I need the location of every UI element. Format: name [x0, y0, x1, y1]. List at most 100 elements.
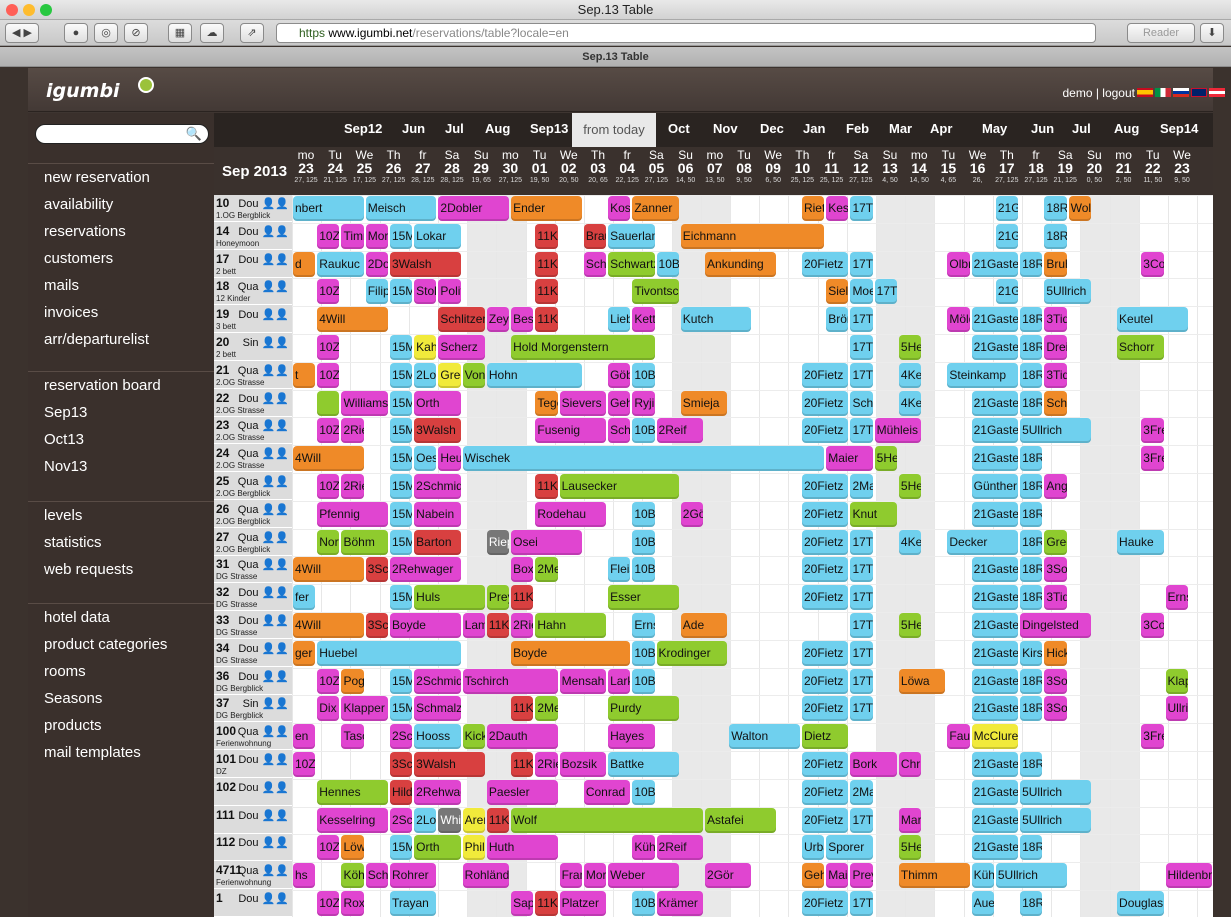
reservation-block[interactable]: 2Rehwager [389, 557, 461, 583]
reservation-block[interactable]: Wischek [462, 446, 825, 472]
reservation-block[interactable]: 17Thi [850, 418, 873, 444]
reservation-block[interactable]: Riepl [486, 529, 510, 555]
flag-uk-icon[interactable] [1191, 88, 1207, 97]
reservation-block[interactable]: McClure [971, 724, 1019, 750]
reservation-block[interactable]: 21Gastel [971, 446, 1019, 472]
month-link[interactable]: Mar [889, 121, 912, 136]
reservation-block[interactable]: t [293, 362, 316, 388]
reservation-block[interactable]: 2Mef [535, 557, 558, 583]
month-link[interactable]: Jul [445, 121, 464, 136]
reservation-block[interactable]: Huth [486, 835, 558, 861]
reservation-block[interactable]: Lokar [414, 223, 461, 249]
room-row-label[interactable]: 36 Dou 👤👤 DG Bergblick [214, 668, 292, 695]
reservation-block[interactable]: Paesler [486, 779, 558, 805]
reservation-block[interactable]: 11Kir [535, 223, 558, 249]
reservation-block[interactable]: 10Be [632, 529, 655, 555]
reservation-block[interactable]: 2Mar [850, 474, 873, 499]
reservation-block[interactable]: Morg [365, 223, 388, 249]
month-link[interactable]: Aug [1114, 121, 1139, 136]
sidebar-item-mail-templates[interactable]: mail templates [28, 739, 214, 766]
reservation-block[interactable]: 21Gastel [971, 835, 1019, 861]
reservation-block[interactable]: Zanner [632, 196, 679, 221]
reservation-block[interactable]: Nabein [414, 501, 461, 527]
reservation-block[interactable]: 21Gastel [971, 501, 1019, 527]
reservation-block[interactable]: Siele [826, 279, 849, 305]
month-link[interactable]: Jan [803, 121, 825, 136]
reservation-block[interactable]: ger [293, 640, 316, 666]
sidebar-item-statistics[interactable]: statistics [28, 529, 214, 556]
reservation-block[interactable]: 5Her [898, 835, 922, 861]
reservation-block[interactable]: Schlitzer [438, 307, 485, 333]
reservation-block[interactable]: 3Walsh [414, 752, 485, 777]
reservation-block[interactable]: Göbe [608, 362, 631, 388]
room-row-label[interactable]: 32 Dou 👤👤 DG Strasse [214, 584, 292, 612]
reservation-block[interactable]: 3Sch [365, 613, 388, 638]
reservation-block[interactable]: 2Schmid [414, 668, 461, 694]
reservation-block[interactable]: Huebel [317, 640, 461, 666]
reservation-block[interactable]: 2Mar [850, 779, 873, 805]
reservation-block[interactable]: 17Thi [850, 891, 873, 916]
reservation-block[interactable]: Dietz [801, 724, 849, 750]
reservation-block[interactable]: Heuc [438, 446, 461, 472]
reservation-block[interactable]: 2Riec [511, 613, 534, 638]
reservation-block[interactable]: Ullri [1165, 696, 1188, 722]
month-link[interactable]: Sep14 [1160, 121, 1198, 136]
reservation-block[interactable]: 10Be [632, 891, 655, 916]
reservation-block[interactable]: 5Her [874, 446, 897, 472]
reservation-block[interactable]: 2Gör [705, 863, 752, 889]
reservation-block[interactable]: 17Thi [850, 807, 873, 833]
reservation-block[interactable]: 17Thi [850, 362, 873, 388]
reservation-block[interactable]: Prey [486, 585, 510, 611]
room-row-label[interactable]: 112 Dou 👤👤 [214, 834, 292, 862]
search-icon[interactable]: 🔍 [186, 126, 202, 142]
reservation-block[interactable]: 20Fietz [801, 501, 849, 527]
reservation-block[interactable]: Schwartz [608, 251, 655, 277]
reservation-block[interactable]: Maie [826, 863, 849, 889]
tab-title[interactable]: Sep.13 Table [582, 51, 648, 63]
reservation-block[interactable]: 3Sch [365, 557, 388, 583]
reservation-block[interactable]: 5Her [898, 474, 922, 499]
reader-button[interactable]: Reader [1127, 23, 1195, 43]
sidebar-item-web-requests[interactable]: web requests [28, 556, 214, 583]
reservation-block[interactable]: 10Zer [317, 223, 340, 249]
reservation-block[interactable]: Hold Morgenstern [511, 335, 655, 360]
reservation-block[interactable]: 5Ullrich [1020, 418, 1091, 444]
reservation-block[interactable]: Sauerland [608, 223, 655, 249]
reservation-block[interactable]: Vonti [462, 362, 485, 388]
reservation-block[interactable]: 15Ma [389, 474, 413, 499]
reservation-block[interactable]: 18Rei [1020, 752, 1043, 777]
reservation-block[interactable]: Schla [365, 863, 388, 889]
reservation-block[interactable]: 3Son [1044, 696, 1067, 722]
close-window-icon[interactable] [6, 4, 18, 16]
reservation-block[interactable]: Rieth [801, 196, 825, 221]
reservation-block[interactable]: Filip [365, 279, 388, 305]
reservation-block[interactable]: 17Thi [850, 585, 873, 611]
reservation-block[interactable]: 11Kir [511, 696, 534, 722]
room-row-label[interactable]: 10 Dou 👤👤 1.OG Bergblick [214, 195, 292, 222]
reservation-block[interactable]: Schw [583, 251, 607, 277]
reservation-block[interactable]: 18Rei [1020, 557, 1043, 583]
back-forward-buttons[interactable]: ◀ ▶ [5, 23, 39, 43]
room-row-label[interactable]: 19 Dou 👤👤 3 bett [214, 306, 292, 334]
reservation-block[interactable]: 5Ullrich [1020, 807, 1091, 833]
reservation-block[interactable]: 15Ma [389, 362, 413, 388]
reservation-block[interactable]: Schle [608, 418, 631, 444]
month-link[interactable]: Jun [402, 121, 425, 136]
reservation-block[interactable]: 20Fietz [801, 474, 849, 499]
reservation-block[interactable]: 10Zer [317, 335, 340, 360]
reservation-block[interactable]: 20Fietz [801, 362, 849, 388]
reservation-block[interactable]: Astafei [705, 807, 776, 833]
reservation-block[interactable]: 21Gastel [971, 752, 1019, 777]
reservation-block[interactable]: 20Fietz [801, 557, 849, 583]
reservation-block[interactable]: Mensah [559, 668, 607, 694]
room-row-label[interactable]: 31 Qua 👤👤 DG Strasse [214, 556, 292, 584]
reservation-block[interactable]: 2Reif [656, 418, 704, 444]
reservation-block[interactable]: 20Fietz [801, 418, 849, 444]
reservation-block[interactable]: Hilde [389, 779, 413, 805]
reservation-block[interactable]: 4Will [293, 446, 364, 472]
reservation-block[interactable]: Hayes [608, 724, 655, 750]
reservation-block[interactable]: 17Thi [874, 279, 897, 305]
room-row-label[interactable]: 22 Dou 👤👤 2.OG Strasse [214, 390, 292, 417]
reservation-block[interactable]: Ernst [1165, 585, 1188, 611]
comment-icon[interactable]: ● [64, 23, 88, 43]
